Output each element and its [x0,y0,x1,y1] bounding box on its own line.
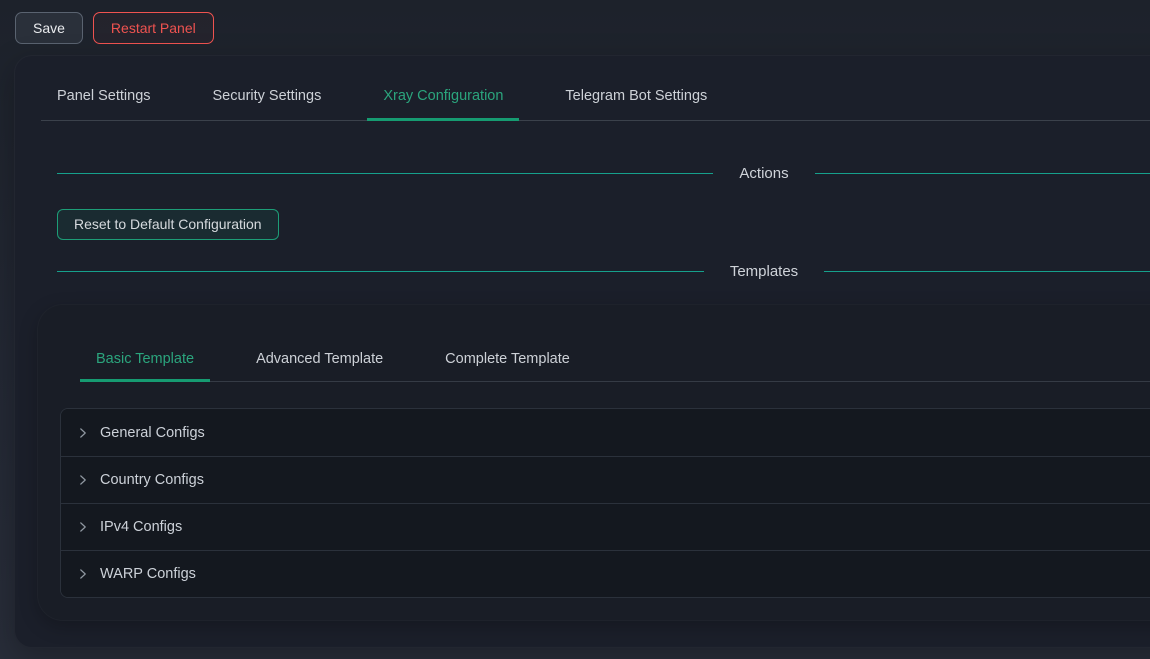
settings-tabs: Panel Settings Security Settings Xray Co… [41,76,1150,121]
tab-telegram-bot-settings[interactable]: Telegram Bot Settings [549,76,723,121]
divider-line-left [57,271,704,272]
actions-divider-title: Actions [713,165,814,182]
reset-default-configuration-button[interactable]: Reset to Default Configuration [57,209,279,240]
accordion-item-label: Country Configs [100,472,204,488]
top-action-bar: Save Restart Panel [0,0,1150,55]
accordion-item-label: IPv4 Configs [100,519,182,535]
chevron-right-icon [77,474,89,486]
accordion-item-label: General Configs [100,425,205,441]
tab-advanced-template[interactable]: Advanced Template [240,339,399,382]
tab-security-settings[interactable]: Security Settings [197,76,338,121]
tab-xray-configuration[interactable]: Xray Configuration [367,76,519,121]
templates-card: Basic Template Advanced Template Complet… [37,304,1150,621]
chevron-right-icon [77,568,89,580]
save-button[interactable]: Save [15,12,83,44]
templates-divider: Templates [57,259,1150,283]
divider-line-right [824,271,1150,272]
accordion-item-label: WARP Configs [100,566,196,582]
tab-panel-settings[interactable]: Panel Settings [41,76,167,121]
chevron-right-icon [77,427,89,439]
chevron-right-icon [77,521,89,533]
accordion-item-ipv4-configs[interactable]: IPv4 Configs [61,503,1150,550]
accordion-item-country-configs[interactable]: Country Configs [61,456,1150,503]
settings-card: Panel Settings Security Settings Xray Co… [14,55,1150,648]
templates-divider-title: Templates [704,263,824,280]
divider-line-right [815,173,1150,174]
accordion-item-warp-configs[interactable]: WARP Configs [61,550,1150,597]
restart-panel-button[interactable]: Restart Panel [93,12,214,44]
tab-complete-template[interactable]: Complete Template [429,339,586,382]
configs-accordion: General Configs Country Configs IPv4 Con… [60,408,1150,598]
divider-line-left [57,173,713,174]
template-tabs: Basic Template Advanced Template Complet… [80,339,1150,382]
accordion-item-general-configs[interactable]: General Configs [61,409,1150,456]
actions-divider: Actions [57,161,1150,185]
tab-basic-template[interactable]: Basic Template [80,339,210,382]
